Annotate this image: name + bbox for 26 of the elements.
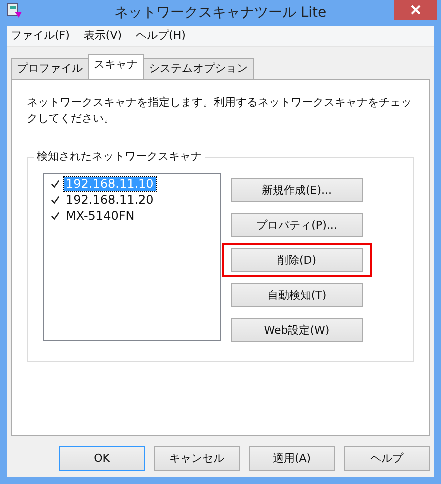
close-icon [410,5,420,15]
dialog-button[interactable]: ヘルプ [344,446,430,471]
scanner-item[interactable]: MX-5140FN [64,209,137,223]
dialog-button[interactable]: 適用(A) [249,446,335,471]
description-text: ネットワークスキャナを指定します。利用するネットワークスキャナをチェックしてください。 [27,95,413,127]
action-button[interactable]: 新規作成(E)... [231,178,363,202]
tab[interactable]: プロファイル [11,58,89,79]
checkbox[interactable] [50,210,61,222]
menu-item[interactable]: 表示(V) [84,28,122,46]
action-button[interactable]: 自動検知(T) [231,283,363,307]
tab[interactable]: システムオプション [143,58,254,79]
dialog-button[interactable]: キャンセル [154,446,240,471]
app-icon [7,3,23,19]
dialog-button[interactable]: OK [59,446,145,471]
action-button[interactable]: プロパティ(P)... [231,213,363,237]
close-button[interactable] [394,0,437,20]
window-title: ネットワークスキャナツール Lite [114,4,327,22]
menu-item[interactable]: ファイル(F) [11,28,70,46]
checkbox[interactable] [50,178,61,190]
tab[interactable]: スキャナ [88,54,144,79]
checkbox[interactable] [50,194,61,206]
action-button[interactable]: Web設定(W) [231,318,363,342]
menu-item[interactable]: ヘルプ(H) [136,28,186,46]
scanner-item[interactable]: 192.168.11.20 [64,193,156,207]
group-title: 検知されたネットワークスキャナ [34,149,205,164]
action-button[interactable]: 削除(D) [231,248,363,272]
